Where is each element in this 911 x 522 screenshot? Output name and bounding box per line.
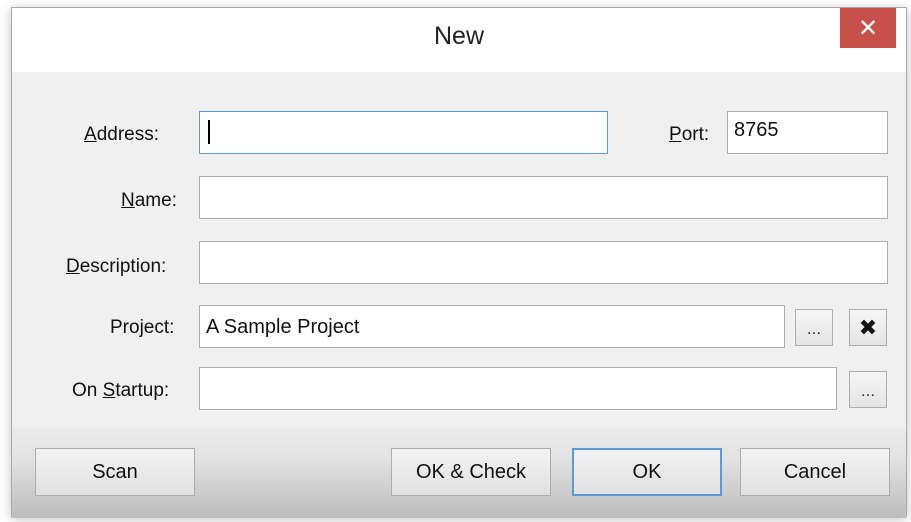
port-input[interactable]: 8765 [727, 111, 888, 154]
close-button[interactable]: ✕ [840, 8, 896, 48]
port-label: Port: [669, 124, 710, 145]
project-clear-button[interactable]: ✖ [849, 309, 887, 346]
on-startup-browse-button[interactable]: ... [849, 371, 887, 408]
on-startup-label: On Startup: [72, 380, 170, 401]
address-label: Address: [84, 124, 159, 145]
clear-x-icon: ✖ [858, 314, 878, 340]
project-input[interactable]: A Sample Project [199, 305, 785, 348]
title-bar: New ✕ [12, 8, 906, 72]
project-label: Project: [110, 317, 175, 338]
scan-button[interactable]: Scan [35, 448, 195, 496]
address-input[interactable] [199, 111, 608, 154]
close-icon: ✕ [857, 14, 879, 42]
ok-button[interactable]: OK [572, 448, 722, 496]
new-connection-dialog: New ✕ Address: Port: 8765 Name: Descript… [11, 7, 907, 518]
button-bar: Scan OK & Check OK Cancel [12, 427, 906, 518]
description-input[interactable] [199, 241, 888, 284]
cancel-button[interactable]: Cancel [740, 448, 890, 496]
description-label: Description: [66, 256, 167, 277]
project-browse-button[interactable]: ... [795, 309, 833, 346]
on-startup-input[interactable] [199, 367, 837, 410]
name-input[interactable] [199, 176, 888, 219]
dialog-title: New [433, 22, 484, 50]
ok-check-button[interactable]: OK & Check [391, 448, 551, 496]
name-label: Name: [121, 190, 177, 211]
